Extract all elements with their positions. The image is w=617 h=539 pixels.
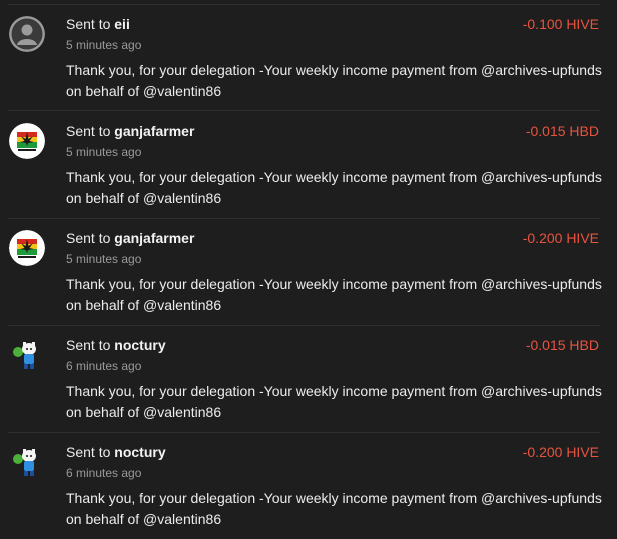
- transaction-title: Sent to noctury: [66, 444, 166, 460]
- timestamp: 5 minutes ago: [66, 145, 142, 159]
- transaction-item: Sent to noctury 6 minutes ago -0.015 HBD…: [0, 325, 617, 432]
- transaction-prefix: Sent to: [66, 123, 111, 139]
- ganjafarmer-logo-icon[interactable]: [9, 230, 45, 266]
- recipient-link[interactable]: ganjafarmer: [114, 230, 194, 246]
- transaction-title: Sent to noctury: [66, 337, 166, 353]
- amount: -0.015 HBD: [525, 123, 599, 139]
- recipient-link[interactable]: noctury: [114, 444, 165, 460]
- transaction-list: Sent to eii 5 minutes ago -0.100 HIVE Th…: [0, 0, 617, 538]
- transaction-title: Sent to ganjafarmer: [66, 123, 194, 139]
- transaction-title: Sent to eii: [66, 16, 130, 32]
- timestamp: 6 minutes ago: [66, 359, 142, 373]
- default-user-icon[interactable]: [9, 16, 45, 52]
- cartoon-character-avatar-icon[interactable]: [9, 337, 45, 373]
- memo-text: Thank you, for your delegation -Your wee…: [66, 276, 602, 313]
- timestamp: 6 minutes ago: [66, 466, 142, 480]
- amount: -0.200 HIVE: [522, 444, 599, 460]
- ganjafarmer-logo-icon[interactable]: [9, 123, 45, 159]
- transaction-item: Sent to ganjafarmer 5 minutes ago -0.015…: [0, 111, 617, 218]
- recipient-link[interactable]: noctury: [114, 337, 165, 353]
- transaction-title: Sent to ganjafarmer: [66, 230, 194, 246]
- amount: -0.200 HIVE: [522, 230, 599, 246]
- recipient-link[interactable]: ganjafarmer: [114, 123, 194, 139]
- memo-text: Thank you, for your delegation -Your wee…: [66, 62, 602, 99]
- memo-text: Thank you, for your delegation -Your wee…: [66, 169, 602, 206]
- amount: -0.100 HIVE: [522, 16, 599, 32]
- amount: -0.015 HBD: [525, 337, 599, 353]
- memo-text: Thank you, for your delegation -Your wee…: [66, 383, 602, 420]
- transaction-prefix: Sent to: [66, 230, 111, 246]
- transaction-prefix: Sent to: [66, 16, 111, 32]
- cartoon-character-avatar-icon[interactable]: [9, 444, 45, 480]
- recipient-link[interactable]: eii: [114, 16, 130, 32]
- transaction-item: Sent to eii 5 minutes ago -0.100 HIVE Th…: [0, 4, 617, 111]
- timestamp: 5 minutes ago: [66, 252, 142, 266]
- transaction-item: Sent to ganjafarmer 5 minutes ago -0.200…: [0, 218, 617, 325]
- timestamp: 5 minutes ago: [66, 38, 142, 52]
- transaction-item: Sent to noctury 6 minutes ago -0.200 HIV…: [0, 432, 617, 539]
- transaction-prefix: Sent to: [66, 337, 111, 353]
- transaction-prefix: Sent to: [66, 444, 111, 460]
- memo-text: Thank you, for your delegation -Your wee…: [66, 490, 602, 527]
